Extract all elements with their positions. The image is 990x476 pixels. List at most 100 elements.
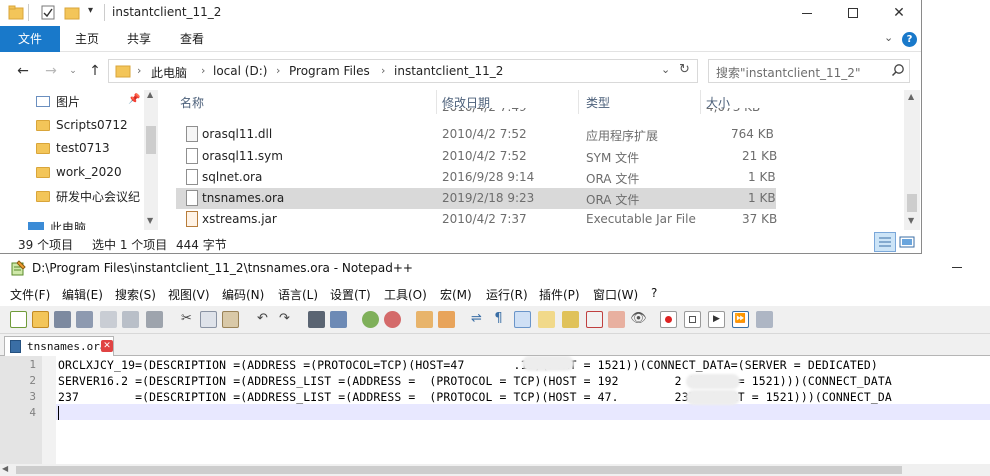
menu-run[interactable]: 运行(R)	[486, 286, 528, 303]
code-editor[interactable]: 1 2 3 4 ORCLXJCY_19=(DESCRIPTION =(ADDRE…	[0, 356, 990, 464]
minimize-button[interactable]	[952, 267, 962, 268]
nav-item-this-pc[interactable]: 此电脑	[28, 216, 86, 230]
scroll-up-icon[interactable]: ▲	[908, 92, 914, 101]
details-view-icon[interactable]	[874, 232, 896, 252]
find-icon[interactable]	[308, 311, 325, 328]
replace-icon[interactable]	[330, 311, 347, 328]
pin-icon[interactable]: 📌	[128, 94, 140, 105]
save-icon[interactable]	[54, 311, 71, 328]
record-macro-icon[interactable]	[660, 311, 677, 328]
back-button[interactable]: ←	[14, 62, 32, 80]
doc-map-icon[interactable]	[562, 311, 579, 328]
table-row[interactable]: sqlnet.ora 2016/9/28 9:14 ORA 文件 1 KB	[176, 167, 776, 188]
menu-language[interactable]: 语言(L)	[278, 286, 318, 303]
language-icon[interactable]	[538, 311, 555, 328]
minimize-button[interactable]	[784, 0, 830, 26]
sync-vertical-icon[interactable]	[416, 311, 433, 328]
nav-scrollbar[interactable]: ▲ ▼	[144, 90, 158, 230]
maximize-button[interactable]	[830, 0, 876, 26]
menu-settings[interactable]: 设置(T)	[330, 286, 371, 303]
save-macro-icon[interactable]	[756, 311, 773, 328]
nav-item-work2020[interactable]: work_2020	[36, 161, 122, 183]
nav-item-meeting-notes[interactable]: 研发中心会议纪	[36, 185, 140, 207]
file-size: 4,073 KB	[706, 108, 760, 114]
paste-icon[interactable]	[222, 311, 239, 328]
cut-icon[interactable]: ✂	[178, 311, 195, 328]
refresh-icon[interactable]: ↻	[679, 62, 690, 77]
table-row-selected[interactable]: tnsnames.ora 2019/2/18 9:23 ORA 文件 1 KB	[176, 188, 776, 209]
search-input[interactable]: 搜索"instantclient_11_2"	[716, 64, 860, 81]
forward-button[interactable]: →	[42, 62, 60, 80]
close-file-icon[interactable]	[100, 311, 117, 328]
scroll-up-icon[interactable]: ▲	[147, 90, 153, 99]
menu-help[interactable]: ?	[651, 286, 657, 300]
breadcrumb-this-pc[interactable]: 此电脑	[151, 64, 187, 81]
nav-item-scripts0712[interactable]: Scripts0712	[36, 114, 128, 136]
help-icon[interactable]: ?	[902, 32, 917, 47]
ribbon-expand-icon[interactable]: ⌄	[884, 31, 893, 44]
tab-tnsnames[interactable]: tnsnames.ora ✕	[4, 336, 114, 356]
file-list-scrollbar[interactable]: ▲ ▼	[904, 90, 920, 230]
menu-window[interactable]: 窗口(W)	[593, 286, 638, 303]
search-box[interactable]: 搜索"instantclient_11_2"	[708, 59, 910, 83]
monitor-icon[interactable]: 👁	[630, 311, 647, 328]
address-bar[interactable]: › 此电脑 › local (D:) › Program Files › ins…	[108, 59, 698, 83]
nav-item-label: 研发中心会议纪	[56, 189, 141, 204]
table-row[interactable]: orasql11.sym 2010/4/2 7:52 SYM 文件 21 KB	[176, 146, 777, 167]
zoom-in-icon[interactable]	[362, 311, 379, 328]
tab-home[interactable]: 主页	[62, 26, 112, 52]
open-file-icon[interactable]	[32, 311, 49, 328]
up-button[interactable]: ↑	[86, 62, 104, 80]
sync-horizontal-icon[interactable]	[438, 311, 455, 328]
menu-macro[interactable]: 宏(M)	[440, 286, 472, 303]
menu-search[interactable]: 搜索(S)	[115, 286, 156, 303]
print-icon[interactable]	[146, 311, 163, 328]
file-scroll-thumb[interactable]	[907, 194, 917, 212]
nav-item-test0713[interactable]: test0713	[36, 137, 110, 159]
new-file-icon[interactable]	[10, 311, 27, 328]
menu-tools[interactable]: 工具(O)	[384, 286, 427, 303]
close-all-icon[interactable]	[122, 311, 139, 328]
menu-edit[interactable]: 编辑(E)	[62, 286, 103, 303]
menu-encoding[interactable]: 编码(N)	[222, 286, 264, 303]
breadcrumb-instantclient[interactable]: instantclient_11_2	[394, 64, 503, 78]
horizontal-scroll-thumb[interactable]	[16, 466, 902, 474]
large-icons-view-icon[interactable]	[898, 234, 916, 250]
save-all-icon[interactable]	[76, 311, 93, 328]
new-folder-icon[interactable]	[64, 5, 80, 20]
run-macro-multiple-icon[interactable]: ⏩	[732, 311, 749, 328]
table-row[interactable]: xstreams.jar 2010/4/2 7:37 Executable Ja…	[176, 209, 777, 230]
breadcrumb-program-files[interactable]: Program Files	[289, 64, 370, 78]
menu-view[interactable]: 视图(V)	[168, 286, 210, 303]
function-list-icon[interactable]	[586, 311, 603, 328]
qat-dropdown-icon[interactable]: ▾	[88, 5, 93, 16]
play-macro-icon[interactable]: ▶	[708, 311, 725, 328]
recent-dropdown-button[interactable]: ⌄	[64, 62, 82, 80]
tab-view[interactable]: 查看	[166, 26, 218, 52]
tab-close-icon[interactable]: ✕	[101, 340, 113, 352]
address-dropdown-icon[interactable]: ⌄	[661, 63, 670, 76]
nav-item-pictures[interactable]: 图片	[36, 90, 80, 112]
close-button[interactable]: ✕	[876, 0, 921, 26]
scroll-down-icon[interactable]: ▼	[147, 216, 153, 225]
table-row[interactable]: orasql11.dll 2010/4/2 7:52 应用程序扩展 764 KB	[176, 124, 776, 145]
indent-guide-icon[interactable]	[514, 311, 531, 328]
scroll-left-icon[interactable]: ◀	[2, 464, 8, 473]
zoom-out-icon[interactable]	[384, 311, 401, 328]
properties-icon[interactable]	[40, 5, 56, 20]
editor-horizontal-scrollbar[interactable]: ◀	[0, 464, 990, 476]
stop-macro-icon[interactable]	[684, 311, 701, 328]
tab-share[interactable]: 共享	[114, 26, 164, 52]
scroll-down-icon[interactable]: ▼	[908, 216, 914, 225]
folder-workspace-icon[interactable]	[608, 311, 625, 328]
menu-plugins[interactable]: 插件(P)	[539, 286, 580, 303]
menu-file[interactable]: 文件(F)	[10, 286, 50, 303]
copy-icon[interactable]	[200, 311, 217, 328]
word-wrap-icon[interactable]: ⇌	[468, 311, 485, 328]
redo-icon[interactable]: ↷	[276, 311, 293, 328]
tab-file[interactable]: 文件	[0, 26, 60, 52]
breadcrumb-local-d[interactable]: local (D:)	[213, 64, 267, 78]
nav-scroll-thumb[interactable]	[146, 126, 156, 154]
undo-icon[interactable]: ↶	[254, 311, 271, 328]
show-all-chars-icon[interactable]: ¶	[490, 311, 507, 328]
